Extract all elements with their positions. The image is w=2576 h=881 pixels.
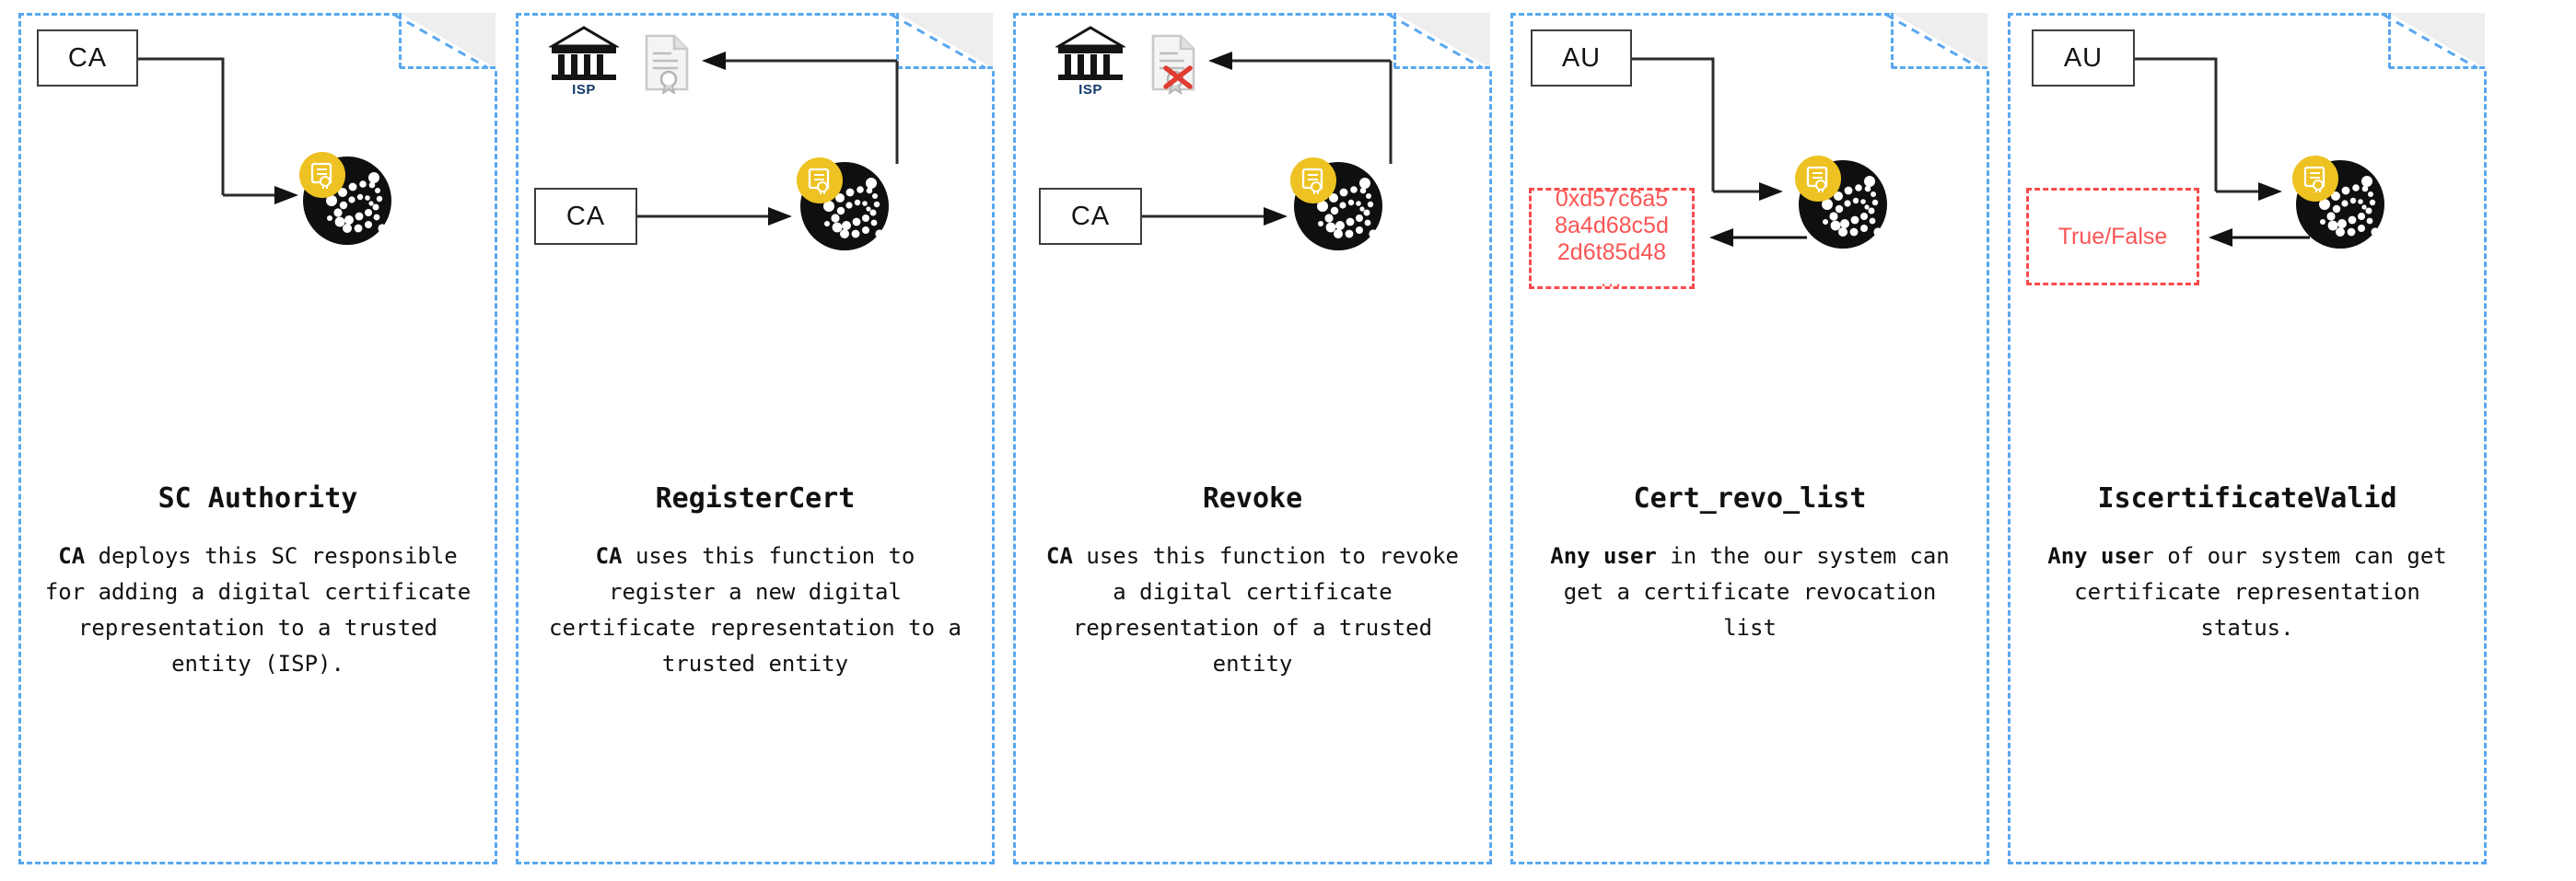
certificate-document-icon <box>1148 33 1203 96</box>
output-ellipsis: ... <box>1600 267 1624 291</box>
panel-sc-authority: CA SC Authority CA deploys this SC respo… <box>18 9 501 864</box>
panel-canvas: ISP <box>516 13 995 864</box>
iota-logo-icon <box>295 147 391 245</box>
entity-label: CA <box>67 42 108 73</box>
panel-title: Cert_revo_list <box>1633 482 1867 515</box>
entity-label: AU <box>1561 42 1602 73</box>
panel-description-bold: CA <box>1046 543 1073 569</box>
iota-logo-icon <box>1790 151 1887 249</box>
panel-caption: RegisterCert CA uses this function to re… <box>532 482 978 682</box>
arrow-icon-ca-to-contract <box>1142 203 1297 234</box>
panel-canvas: AU <box>2008 13 2487 864</box>
entity-box-au: AU <box>1531 29 1632 87</box>
output-line: 0xd57c6a5 <box>1555 185 1669 212</box>
panel-canvas: CA SC Authority CA deploys this SC respo… <box>18 13 497 864</box>
entity-box-au: AU <box>2032 29 2135 87</box>
output-line: 2d6t85d48 <box>1556 238 1667 265</box>
panel-description: CA uses this function to register a new … <box>532 539 978 682</box>
panel-cert-revo-list: AU 0xd57c6a5 8a4d68c5d 2d6t85d48 ... Cer… <box>1510 9 1993 864</box>
panel-description-rest: uses this function to revoke a digital c… <box>1072 543 1459 677</box>
panel-description: Any user of our system can get certifica… <box>2024 539 2470 646</box>
isp-label: ISP <box>1078 82 1102 98</box>
output-box-revocation-list: 0xd57c6a5 8a4d68c5d 2d6t85d48 ... <box>1529 185 1695 291</box>
panel-caption: SC Authority CA deploys this SC responsi… <box>35 482 481 682</box>
panel-title: Revoke <box>1202 482 1303 515</box>
panel-caption: Cert_revo_list Any user in the our syste… <box>1527 482 1973 646</box>
panel-title: SC Authority <box>157 482 358 515</box>
certificate-document-icon <box>641 33 693 94</box>
panel-canvas: AU <box>1510 13 1989 864</box>
entity-box-ca: CA <box>534 188 637 245</box>
panel-description: CA uses this function to revoke a digita… <box>1030 539 1475 682</box>
bank-institution-icon: ISP <box>1048 24 1133 98</box>
panel-title: RegisterCert <box>655 482 856 515</box>
entity-label: CA <box>1070 201 1111 231</box>
panel-revoke: ISP CA Revoke CA uses this function to r… <box>1013 9 1496 864</box>
panel-description: Any user in the our system can get a cer… <box>1527 539 1973 646</box>
entity-label: AU <box>2063 42 2104 73</box>
panel-caption: IscertificateValid Any user of our syste… <box>2024 482 2470 646</box>
panel-description: CA deploys this SC responsible for addin… <box>35 539 481 682</box>
entity-label: CA <box>565 201 606 231</box>
entity-box-ca: CA <box>37 29 138 87</box>
panel-description-bold: Any use <box>2047 543 2141 569</box>
iota-logo-icon <box>2288 151 2384 249</box>
panel-register-cert: ISP CA RegisterCert CA uses this functio… <box>516 9 998 864</box>
output-line: 8a4d68c5d <box>1555 212 1669 238</box>
smart-contract-panels-board: CA SC Authority CA deploys this SC respo… <box>0 0 2576 881</box>
isp-label: ISP <box>572 82 596 98</box>
iota-logo-icon <box>1286 153 1382 250</box>
panel-description-rest: deploys this SC responsible for adding a… <box>44 543 472 677</box>
output-box-validity: True/False <box>2026 188 2199 285</box>
panel-description-bold: CA <box>58 543 86 569</box>
panel-description-bold: Any user <box>1550 543 1657 569</box>
panel-caption: Revoke CA uses this function to revoke a… <box>1030 482 1475 682</box>
panel-title: IscertificateValid <box>2097 482 2397 515</box>
arrow-icon-ca-to-contract <box>637 203 799 234</box>
panel-iscertificatevalid: AU True/False IscertificateValid Any use… <box>2008 9 2490 864</box>
panel-canvas: ISP <box>1013 13 1492 864</box>
entity-box-ca: CA <box>1039 188 1142 245</box>
iota-logo-icon <box>792 153 889 250</box>
panel-description-bold: CA <box>595 543 623 569</box>
output-line: True/False <box>2057 223 2168 249</box>
bank-institution-icon: ISP <box>542 24 626 98</box>
